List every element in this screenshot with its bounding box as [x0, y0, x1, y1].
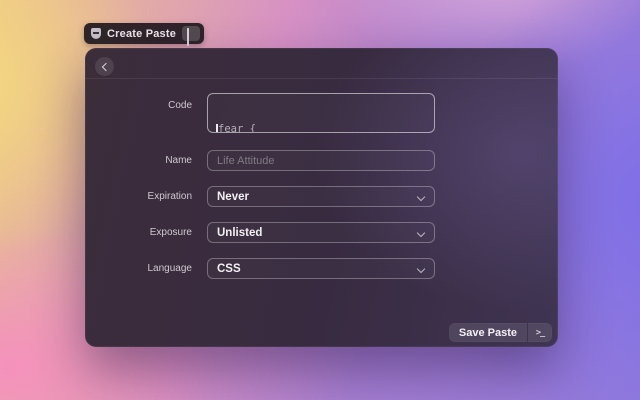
- terminal-prompt-icon: >_: [528, 323, 552, 342]
- window-header: [85, 48, 558, 79]
- save-paste-label: Save Paste: [449, 323, 527, 342]
- pastebin-icon: [91, 28, 101, 39]
- exposure-label: Exposure: [85, 227, 207, 238]
- save-paste-button[interactable]: Save Paste >_: [449, 323, 552, 342]
- code-row: Code fear { display: none; }: [85, 93, 558, 133]
- expiration-row: Expiration Never: [85, 186, 558, 207]
- exposure-select[interactable]: Unlisted: [207, 222, 435, 243]
- create-paste-window: Code fear { display: none; } Name Expira…: [85, 48, 558, 347]
- language-row: Language CSS: [85, 258, 558, 279]
- back-button[interactable]: [95, 57, 114, 76]
- lock-icon: [187, 29, 196, 39]
- language-select[interactable]: CSS: [207, 258, 435, 279]
- chevron-down-icon: [417, 265, 425, 273]
- exposure-value: Unlisted: [217, 227, 262, 239]
- expiration-label: Expiration: [85, 191, 207, 202]
- create-paste-form: Code fear { display: none; } Name Expira…: [85, 79, 558, 279]
- exposure-row: Exposure Unlisted: [85, 222, 558, 243]
- name-input[interactable]: [207, 150, 435, 171]
- expiration-value: Never: [217, 191, 249, 203]
- command-tooltip: Create Paste: [84, 23, 204, 44]
- chevron-down-icon: [417, 229, 425, 237]
- name-label: Name: [85, 155, 207, 166]
- expiration-select[interactable]: Never: [207, 186, 435, 207]
- name-row: Name: [85, 150, 558, 171]
- code-line: fear {: [216, 123, 426, 133]
- shortcut-chip: [182, 26, 200, 41]
- command-title: Create Paste: [107, 28, 176, 40]
- chevron-left-icon: [101, 62, 109, 70]
- language-label: Language: [85, 263, 207, 274]
- code-textarea[interactable]: fear { display: none; }: [207, 93, 435, 133]
- language-value: CSS: [217, 263, 241, 275]
- chevron-down-icon: [417, 193, 425, 201]
- code-label: Code: [85, 100, 207, 111]
